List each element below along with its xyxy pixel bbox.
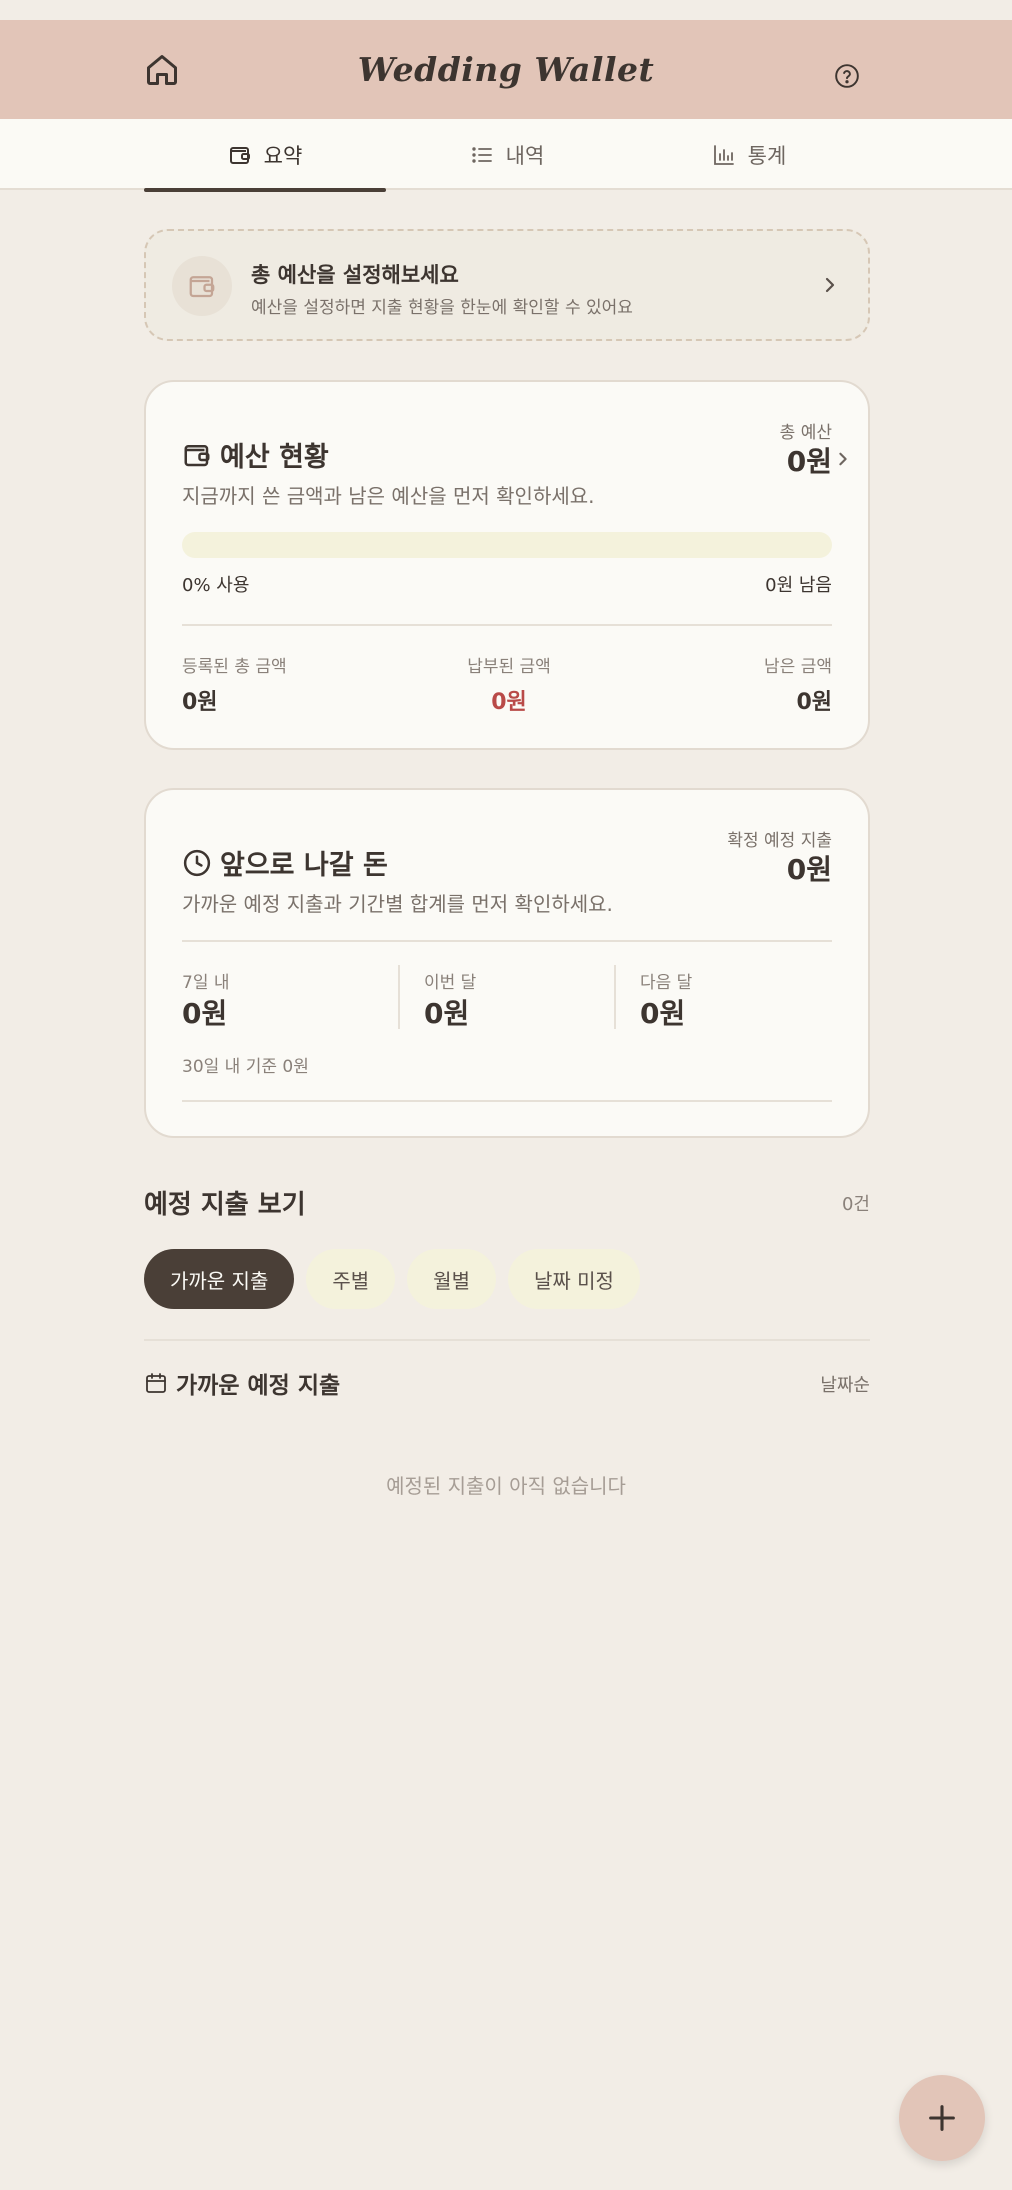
column-divider [614, 965, 616, 1029]
bar-chart-icon [713, 144, 734, 165]
chip-monthly[interactable]: 월별 [407, 1249, 496, 1309]
period-this-month-label: 이번 달 [424, 973, 477, 993]
add-expense-button[interactable] [899, 2075, 985, 2161]
banner-title: 총 예산을 설정해보세요 [251, 263, 459, 287]
budget-title-text: 예산 현황 [220, 442, 329, 473]
tab-label: 통계 [747, 143, 787, 168]
list-title-text: 가까운 예정 지출 [176, 1373, 341, 1399]
thirty-day-note: 30일 내 기준 0원 [182, 1057, 309, 1077]
registered-total-label: 등록된 총 금액 [182, 657, 287, 677]
tab-label: 요약 [263, 143, 303, 168]
list-icon [471, 146, 492, 163]
tab-history[interactable]: 내역 [386, 119, 628, 190]
tab-label: 내역 [505, 143, 545, 168]
tab-summary[interactable]: 요약 [144, 119, 386, 192]
wallet-icon [184, 444, 210, 466]
budget-subtitle: 지금까지 쓴 금액과 남은 예산을 먼저 확인하세요. [182, 484, 595, 508]
upcoming-title: 앞으로 나갈 돈 [182, 843, 388, 882]
period-7days-value: 0원 [182, 997, 228, 1030]
total-budget-value[interactable]: 0원 [787, 440, 832, 480]
chevron-right-icon[interactable] [836, 448, 850, 470]
divider [182, 940, 832, 942]
divider [182, 1100, 832, 1102]
tab-bar: 요약 내역 통계 [0, 119, 1012, 192]
section-title: 예정 지출 보기 [144, 1190, 306, 1220]
paid-amount-value: 0원 [491, 690, 527, 715]
app-title: Wedding Wallet [357, 50, 655, 89]
period-this-month-value: 0원 [424, 997, 470, 1030]
plus-icon [929, 2105, 955, 2131]
registered-total-value: 0원 [182, 690, 218, 715]
period-7days-label: 7일 내 [182, 973, 230, 993]
list-title: 가까운 예정 지출 [144, 1366, 340, 1400]
tab-statistics[interactable]: 통계 [628, 119, 870, 190]
clock-icon [183, 849, 211, 876]
wallet-icon [189, 276, 215, 298]
remaining-amount: 0원 남음 [765, 575, 832, 596]
chevron-right-icon [825, 277, 835, 293]
banner-subtitle: 예산을 설정하면 지출 현황을 한눈에 확인할 수 있어요 [251, 298, 633, 318]
confirmed-value: 0원 [786, 853, 832, 886]
help-icon[interactable] [834, 63, 860, 89]
budget-status-card: 예산 현황 지금까지 쓴 금액과 남은 예산을 먼저 확인하세요. 총 예산 0… [144, 380, 870, 750]
upcoming-spending-card: 앞으로 나갈 돈 가까운 예정 지출과 기간별 합계를 먼저 확인하세요. 확정… [144, 788, 870, 1138]
budget-title: 예산 현황 [182, 435, 329, 474]
used-percent: 0% 사용 [182, 575, 250, 596]
period-next-month-value: 0원 [640, 997, 686, 1030]
divider [144, 1339, 870, 1341]
section-count: 0건 [841, 1194, 870, 1215]
status-bar-area [0, 0, 1012, 20]
period-next-month-label: 다음 달 [640, 973, 693, 993]
app-header: Wedding Wallet [0, 20, 1012, 119]
paid-amount-label: 납부된 금액 [467, 657, 551, 677]
sort-toggle[interactable]: 날짜순 [820, 1371, 870, 1397]
banner-icon-circle [172, 256, 232, 316]
upcoming-title-text: 앞으로 나갈 돈 [220, 850, 388, 881]
remaining-value: 0원 [796, 690, 832, 715]
chip-weekly[interactable]: 주별 [306, 1249, 396, 1309]
chip-nearest[interactable]: 가까운 지출 [144, 1249, 295, 1309]
chip-undated[interactable]: 날짜 미정 [507, 1249, 640, 1309]
divider [182, 624, 832, 626]
calendar-icon [146, 1373, 166, 1393]
app-screen: Wedding Wallet 요약 내역 통계 총 예산을 설정해보세요 예산을… [0, 0, 1012, 2190]
filter-chips: 가까운 지출 주별 월별 날짜 미정 [144, 1249, 640, 1309]
empty-state-message: 예정된 지출이 아직 없습니다 [386, 1474, 626, 1498]
upcoming-subtitle: 가까운 예정 지출과 기간별 합계를 먼저 확인하세요. [182, 892, 613, 916]
remaining-label: 남은 금액 [764, 657, 832, 677]
set-budget-banner[interactable]: 총 예산을 설정해보세요 예산을 설정하면 지출 현황을 한눈에 확인할 수 있… [144, 229, 870, 341]
budget-progress-bar [182, 532, 832, 558]
wallet-icon [229, 146, 250, 164]
column-divider [398, 965, 400, 1029]
